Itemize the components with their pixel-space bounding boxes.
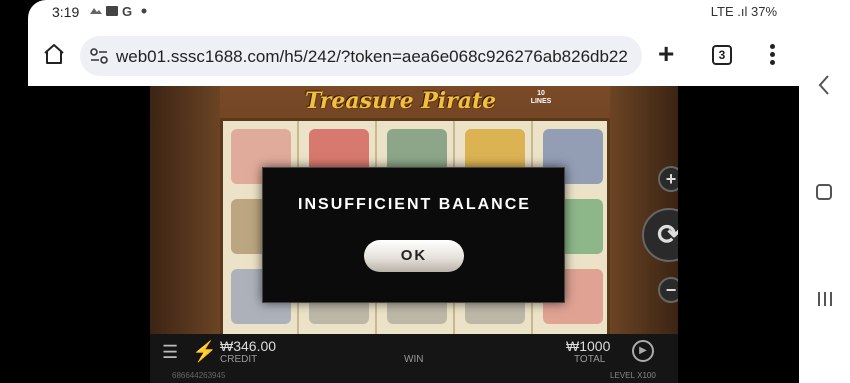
home-nav-icon[interactable] <box>816 184 832 200</box>
browser-screen: 3:19 G LTE .ıl 37% web01.sssc1688.com/h5… <box>28 0 799 383</box>
back-icon[interactable] <box>818 74 830 96</box>
game-menu-icon[interactable]: ☰ <box>162 342 178 363</box>
level-label: LEVEL <box>610 371 635 380</box>
bet-decrease-button[interactable]: − <box>658 277 678 303</box>
recents-icon[interactable] <box>816 291 834 307</box>
lines-badge: 10 LINES <box>530 90 552 105</box>
svg-text:G: G <box>122 4 134 18</box>
notification-icon-strip: G <box>90 4 147 19</box>
status-bar: 3:19 G LTE .ıl 37% <box>28 0 799 26</box>
credit-value: ₩346.00 <box>220 338 277 354</box>
notification-icons: G <box>88 4 152 21</box>
credit-label: CREDIT <box>220 354 258 365</box>
url-bar[interactable]: web01.sssc1688.com/h5/242/?token=aea6e06… <box>80 36 642 76</box>
home-icon[interactable] <box>42 42 66 66</box>
android-nav-bar <box>799 0 850 383</box>
game-title: Treasure Pirate <box>305 88 497 114</box>
bet-increase-button[interactable]: + <box>658 166 678 192</box>
serial-number: 686644263945 <box>172 371 226 380</box>
ok-button[interactable]: OK <box>364 240 464 272</box>
status-right: LTE .ıl 37% <box>710 4 777 19</box>
autoplay-icon[interactable]: ▶ <box>632 340 654 362</box>
tab-switcher-button[interactable]: 3 <box>712 45 732 65</box>
level-value: X100 <box>637 371 656 380</box>
total-label: TOTAL <box>574 354 606 365</box>
total-value: ₩1000 <box>566 338 611 354</box>
game-bottom-bar: ☰ ⚡ ₩346.00 CREDIT WIN ₩1000 TOTAL ▶ 686… <box>150 334 678 383</box>
url-text[interactable]: web01.sssc1688.com/h5/242/?token=aea6e06… <box>116 47 628 67</box>
browser-toolbar: web01.sssc1688.com/h5/242/?token=aea6e06… <box>28 26 799 86</box>
status-time: 3:19 <box>52 4 80 20</box>
site-settings-icon[interactable] <box>90 48 108 64</box>
dialog-message: INSUFFICIENT BALANCE <box>298 196 531 213</box>
insufficient-balance-dialog: INSUFFICIENT BALANCE OK <box>262 167 565 303</box>
new-tab-button[interactable]: + <box>658 40 674 68</box>
turbo-icon[interactable]: ⚡ <box>192 339 217 364</box>
win-label: WIN <box>404 354 424 365</box>
level-indicator: LEVEL X100 <box>610 371 656 380</box>
phone-frame: 3:19 G LTE .ıl 37% web01.sssc1688.com/h5… <box>0 0 850 383</box>
browser-menu-button[interactable] <box>766 42 778 66</box>
